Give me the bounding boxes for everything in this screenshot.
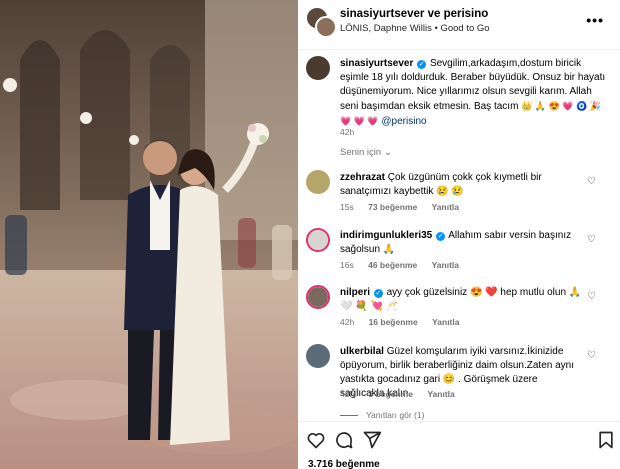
avatar[interactable]: [306, 285, 330, 309]
caption-meta: 42h: [340, 127, 366, 137]
comment-text: indirimgunlukleri35 ✓ Allahım sabır vers…: [340, 230, 572, 255]
action-bar: 3.716 beğenme: [298, 421, 620, 469]
reply-button[interactable]: Yanıtla: [432, 260, 459, 270]
comment-meta: 15s 73 beğenme Yanıtla: [340, 202, 471, 212]
verified-icon: ✓: [436, 232, 446, 241]
comment-likes[interactable]: 46 beğenme: [368, 260, 417, 270]
comment-username[interactable]: ulkerbilal: [340, 346, 384, 357]
view-replies-button[interactable]: Yanıtları gör (1): [340, 410, 424, 420]
comment-meta: 16s 46 beğenme Yanıtla: [340, 260, 471, 270]
heart-icon[interactable]: ♡: [587, 350, 596, 361]
comment-time[interactable]: 15s: [340, 202, 354, 212]
post-header: sinasiyurtsever ve perisino LÖNIS, Daphn…: [298, 0, 620, 50]
caption-text: sinasiyurtsever ✓ Sevgilim,arkadaşım,dos…: [340, 57, 608, 129]
verified-icon: ✓: [373, 289, 383, 298]
comment-time[interactable]: 42h: [340, 389, 354, 399]
chevron-down-icon: ⌄: [383, 147, 392, 158]
likes-count[interactable]: 3.716 beğenme: [308, 459, 380, 469]
avatar[interactable]: [306, 56, 330, 80]
comment-text: zzehrazat Çok üzgünüm çokk çok kıymetli …: [340, 172, 542, 197]
comment-username[interactable]: indirimgunlukleri35: [340, 230, 432, 241]
wedding-photo-illustration: [0, 0, 298, 469]
comment-likes[interactable]: 16 beğenme: [369, 317, 418, 327]
heart-icon[interactable]: [306, 430, 326, 450]
comments-list[interactable]: sinasiyurtsever ✓ Sevgilim,arkadaşım,dos…: [298, 51, 620, 421]
mention-link[interactable]: @perisino: [381, 116, 426, 127]
comment-text: nilperi ✓ ayy çok güzelsiniz 😍 ❤️ hep mu…: [340, 287, 582, 312]
caption-username[interactable]: sinasiyurtsever: [340, 58, 413, 69]
avatar[interactable]: [306, 170, 330, 194]
reply-button[interactable]: Yanıtla: [432, 317, 459, 327]
avatar[interactable]: [306, 228, 330, 252]
avatar[interactable]: [306, 344, 330, 368]
post-panel: sinasiyurtsever ve perisino LÖNIS, Daphn…: [298, 0, 620, 469]
heart-icon[interactable]: ♡: [587, 234, 596, 245]
comment-meta: 42h 16 beğenme Yanıtla: [340, 317, 471, 327]
share-icon[interactable]: [362, 430, 382, 450]
verified-icon: ✓: [417, 60, 427, 69]
comment-meta: 42h 3 beğenme Yanıtla: [340, 389, 467, 399]
comment-likes[interactable]: 73 beğenme: [368, 202, 417, 212]
heart-icon[interactable]: ♡: [587, 176, 596, 187]
comment-filter[interactable]: Senin için ⌄: [340, 147, 392, 158]
more-icon[interactable]: •••: [586, 12, 604, 28]
post-photo[interactable]: [0, 0, 298, 469]
collab-avatars[interactable]: [306, 7, 337, 38]
comment-username[interactable]: nilperi: [340, 287, 370, 298]
comment-time[interactable]: 42h: [340, 317, 354, 327]
reply-button[interactable]: Yanıtla: [432, 202, 459, 212]
reply-button[interactable]: Yanıtla: [427, 389, 454, 399]
comment-icon[interactable]: [334, 430, 354, 450]
comment-username[interactable]: zzehrazat: [340, 172, 385, 183]
comment-likes[interactable]: 3 beğenme: [369, 389, 413, 399]
comment-time[interactable]: 16s: [340, 260, 354, 270]
heart-icon[interactable]: ♡: [587, 291, 596, 302]
caption-time[interactable]: 42h: [340, 127, 354, 137]
bookmark-icon[interactable]: [596, 430, 616, 450]
audio-track[interactable]: LÖNIS, Daphne Willis • Good to Go: [340, 23, 490, 34]
post-author[interactable]: sinasiyurtsever ve perisino: [340, 8, 488, 20]
